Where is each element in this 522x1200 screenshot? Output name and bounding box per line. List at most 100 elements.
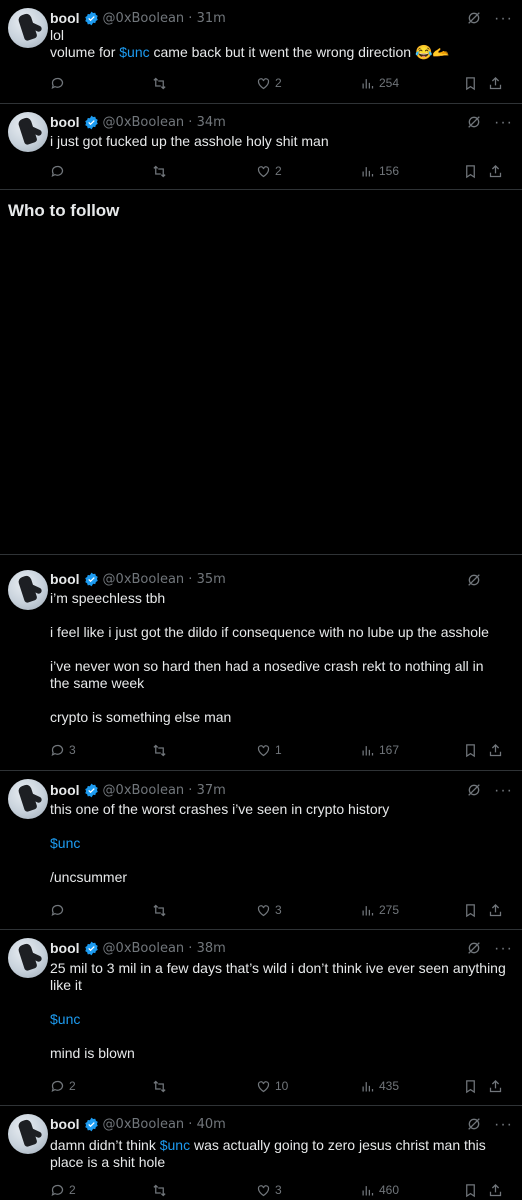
author-name[interactable]: bool [50, 940, 80, 956]
repost-icon [153, 744, 166, 756]
tweet[interactable]: bool @0xBoolean · 35m i’m speechless tbh… [0, 562, 522, 771]
author-handle[interactable]: @0xBoolean [103, 11, 185, 26]
author-handle[interactable]: @0xBoolean [103, 783, 185, 798]
like-button[interactable]: 3 [256, 901, 282, 919]
avatar[interactable] [8, 779, 48, 819]
cashtag-link[interactable]: $unc [119, 44, 149, 60]
tweet[interactable]: bool @0xBoolean · 37m ··· this one of th… [0, 771, 522, 930]
share-button[interactable] [488, 901, 503, 919]
tweet-actions: 3 1 167 [50, 741, 510, 759]
tweet[interactable]: bool @0xBoolean · 38m ··· 25 mil to 3 mi… [0, 930, 522, 1106]
share-button[interactable] [488, 741, 503, 759]
avatar[interactable] [8, 570, 48, 610]
tweet-time[interactable]: 40m [197, 1117, 226, 1132]
tweet-line: i’m speechless tbh [50, 590, 166, 606]
grok-icon[interactable] [466, 782, 482, 798]
author-handle[interactable]: @0xBoolean [103, 1117, 185, 1132]
share-button[interactable] [488, 74, 503, 92]
more-options-icon[interactable]: ··· [494, 1117, 512, 1136]
grok-icon[interactable] [466, 572, 482, 588]
repost-icon [153, 1080, 166, 1092]
grok-icon[interactable] [466, 114, 482, 130]
bookmark-button[interactable] [463, 901, 478, 919]
share-button[interactable] [488, 162, 503, 180]
like-button[interactable]: 1 [256, 741, 282, 759]
reply-button[interactable]: 2 [50, 1077, 76, 1095]
more-options-icon[interactable]: ··· [494, 941, 512, 960]
views-button[interactable]: 156 [360, 162, 399, 180]
avatar[interactable] [8, 938, 48, 978]
views-button[interactable]: 435 [360, 1077, 399, 1095]
reply-button[interactable] [50, 74, 69, 92]
avatar[interactable] [8, 112, 48, 152]
like-button[interactable]: 2 [256, 162, 282, 180]
share-button[interactable] [488, 1077, 503, 1095]
tweet[interactable]: bool @0xBoolean · 34m ··· i just got fuc… [0, 104, 522, 190]
bookmark-button[interactable] [463, 741, 478, 759]
verified-badge-icon [84, 1117, 98, 1131]
repost-button[interactable] [152, 74, 171, 92]
more-options-icon[interactable]: ··· [494, 783, 512, 802]
repost-button[interactable] [152, 1181, 171, 1199]
like-button[interactable]: 2 [256, 74, 282, 92]
repost-button[interactable] [152, 901, 171, 919]
reply-button[interactable]: 2 [50, 1181, 76, 1199]
tweet-line: i feel like i just got the dildo if cons… [50, 624, 489, 640]
repost-button[interactable] [152, 1077, 171, 1095]
cashtag-link[interactable]: $unc [50, 1011, 506, 1028]
separator: · [184, 114, 197, 130]
repost-icon [153, 77, 166, 89]
repost-button[interactable] [152, 162, 171, 180]
views-button[interactable]: 167 [360, 741, 399, 759]
cashtag-link[interactable]: $unc [160, 1137, 190, 1153]
share-button[interactable] [488, 1181, 503, 1199]
author-handle[interactable]: @0xBoolean [103, 941, 185, 956]
grok-icon[interactable] [466, 940, 482, 956]
views-button[interactable]: 460 [360, 1181, 399, 1199]
bookmark-button[interactable] [463, 1181, 478, 1199]
author-name[interactable]: bool [50, 571, 80, 587]
reply-button[interactable] [50, 162, 69, 180]
author-name[interactable]: bool [50, 10, 80, 26]
reply-icon [51, 77, 64, 89]
heart-icon [257, 77, 270, 89]
avatar[interactable] [8, 8, 48, 48]
tweet-time[interactable]: 34m [197, 115, 226, 130]
author-name[interactable]: bool [50, 782, 80, 798]
repost-button[interactable] [152, 741, 171, 759]
grok-icon[interactable] [466, 1116, 482, 1132]
separator: · [184, 571, 197, 587]
tweet-line: i’ve never won so hard then had a nosedi… [50, 658, 484, 691]
bookmark-icon [466, 903, 475, 917]
tweet-actions: 3 275 [50, 901, 510, 919]
share-icon [489, 743, 502, 756]
tweet-header: bool @0xBoolean · 38m [50, 939, 226, 957]
reply-button[interactable] [50, 901, 69, 919]
bookmark-icon [466, 1079, 475, 1093]
author-name[interactable]: bool [50, 114, 80, 130]
tweet-time[interactable]: 35m [197, 572, 226, 587]
grok-icon[interactable] [466, 10, 482, 26]
more-options-icon[interactable]: ··· [494, 115, 512, 134]
tweet[interactable]: bool @0xBoolean · 40m ··· damn didn’t th… [0, 1106, 522, 1200]
tweet-line: crypto is something else man [50, 709, 232, 725]
bookmark-button[interactable] [463, 1077, 478, 1095]
tweet-time[interactable]: 38m [197, 941, 226, 956]
tweet[interactable]: bool @0xBoolean · 31m ··· lol volume for… [0, 0, 522, 104]
tweet-header: bool @0xBoolean · 35m [50, 570, 226, 588]
views-button[interactable]: 254 [360, 74, 399, 92]
bookmark-button[interactable] [463, 74, 478, 92]
reply-button[interactable]: 3 [50, 741, 76, 759]
author-handle[interactable]: @0xBoolean [103, 115, 185, 130]
tweet-time[interactable]: 31m [197, 11, 226, 26]
author-name[interactable]: bool [50, 1116, 80, 1132]
cashtag-link[interactable]: $unc [50, 835, 506, 852]
like-button[interactable]: 3 [256, 1181, 282, 1199]
bookmark-button[interactable] [463, 162, 478, 180]
like-button[interactable]: 10 [256, 1077, 288, 1095]
avatar[interactable] [8, 1114, 48, 1154]
author-handle[interactable]: @0xBoolean [103, 572, 185, 587]
separator: · [184, 10, 197, 26]
tweet-time[interactable]: 37m [197, 783, 226, 798]
views-button[interactable]: 275 [360, 901, 399, 919]
